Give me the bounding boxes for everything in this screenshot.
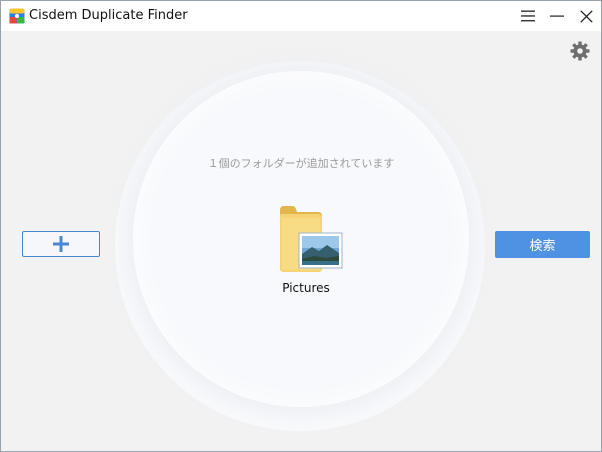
app-logo-icon [9,8,25,24]
add-folder-button[interactable] [22,231,100,257]
minimize-button[interactable] [542,1,572,31]
search-button[interactable]: 検索 [495,231,590,258]
close-button[interactable] [571,1,601,31]
hamburger-menu-icon [521,10,535,22]
title-bar[interactable]: Cisdem Duplicate Finder [1,1,601,31]
minimize-icon [550,15,564,17]
app-window: Cisdem Duplicate Finder １個のフォルダーが追加されていま… [0,0,602,452]
window-title: Cisdem Duplicate Finder [29,8,188,23]
gear-icon[interactable] [570,41,590,61]
plus-icon [53,236,69,252]
pictures-folder-icon[interactable] [278,204,344,272]
folder-label: Pictures [282,281,330,295]
close-icon [579,9,593,23]
main-content: １個のフォルダーが追加されています Pictures 検索 [1,31,601,451]
status-text: １個のフォルダーが追加されています [207,157,395,170]
menu-button[interactable] [513,1,543,31]
